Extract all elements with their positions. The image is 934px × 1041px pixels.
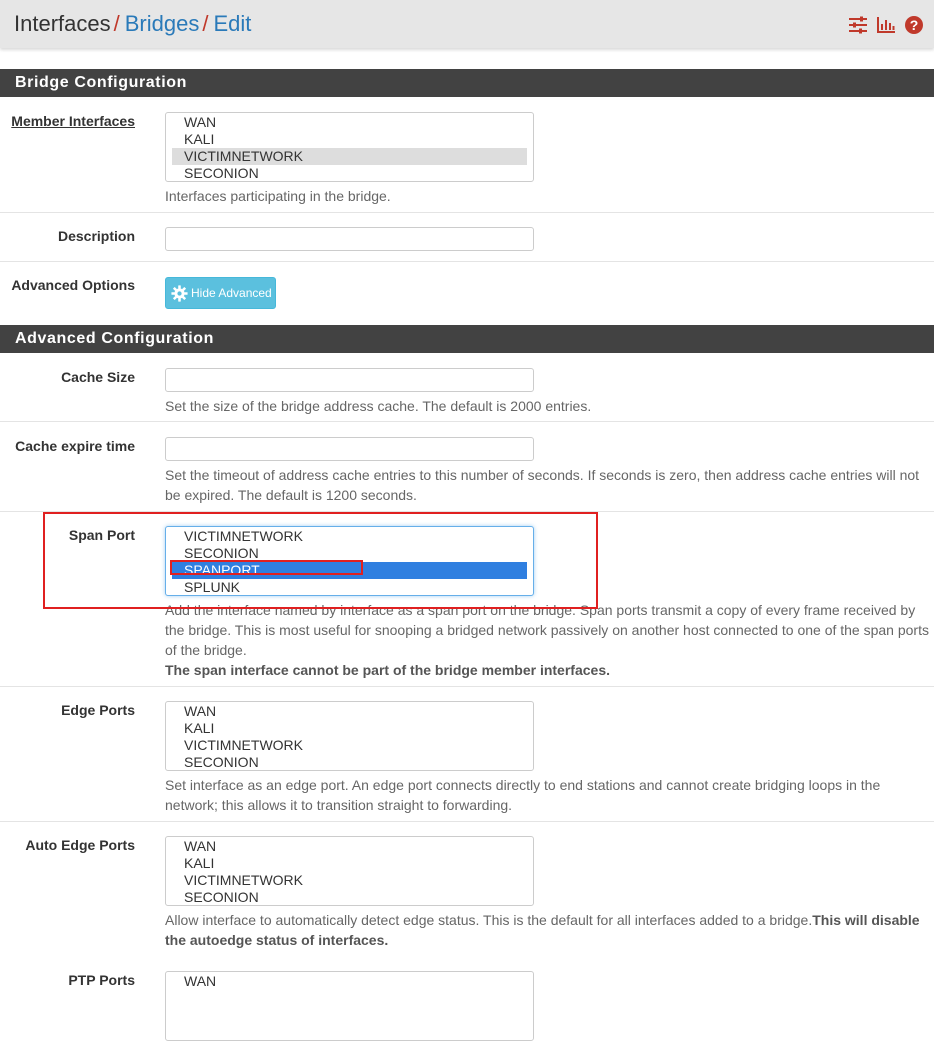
help-warning: the autoedge status of interfaces. [165,932,389,948]
edge-ports-help: Set interface as an edge port. An edge p… [165,775,934,815]
list-option[interactable]: WAN [172,838,527,855]
breadcrumb-interfaces[interactable]: Interfaces [14,11,111,36]
help-line: Allow interface to automatically detect … [165,912,813,928]
breadcrumb-edit[interactable]: Edit [213,11,251,36]
help-line: Set interface as an edge port. An edge p… [165,777,881,793]
breadcrumb-separator: / [113,11,120,36]
cache-size-row: Cache Size Set the size of the bridge ad… [0,353,934,422]
cache-size-input[interactable] [165,368,534,392]
hide-advanced-label: Hide Advanced [191,286,272,300]
list-option[interactable]: WAN [172,703,527,720]
annotation-highlight-selection [170,560,363,575]
auto-edge-ports-help: Allow interface to automatically detect … [165,910,934,950]
help-warning: This will disable [812,912,920,928]
member-interfaces-select[interactable]: WAN KALI VICTIMNETWORK SECONION [165,112,534,182]
help-warning: The span interface cannot be part of the… [165,662,610,678]
page-header: Interfaces / Bridges / Edit ? [0,0,934,48]
edge-ports-select[interactable]: WAN KALI VICTIMNETWORK SECONION [165,701,534,771]
gear-icon [171,284,188,302]
sliders-icon[interactable] [848,15,868,35]
list-option-selected[interactable]: VICTIMNETWORK [172,148,527,165]
list-option[interactable]: SECONION [172,754,527,770]
ptp-ports-label: PTP Ports [68,972,135,988]
cache-expire-input[interactable] [165,437,534,461]
help-line: be expired. The default is 1200 seconds. [165,487,417,503]
list-option[interactable]: SECONION [172,889,527,905]
auto-edge-ports-select[interactable]: WAN KALI VICTIMNETWORK SECONION [165,836,534,906]
advanced-options-row: Advanced Options Hide Advanced [0,262,934,325]
list-option[interactable]: WAN [172,973,527,990]
member-interfaces-row: Member Interfaces WAN KALI VICTIMNETWORK… [0,97,934,213]
help-icon[interactable]: ? [904,15,924,35]
breadcrumb-bridges[interactable]: Bridges [125,11,200,36]
list-option[interactable]: WAN [172,114,527,131]
list-option[interactable]: VICTIMNETWORK [172,737,527,754]
breadcrumb: Interfaces / Bridges / Edit [14,10,251,38]
bridge-config-heading: Bridge Configuration [0,69,934,97]
help-line: network; this allows it to transition st… [165,797,513,813]
auto-edge-ports-row: Auto Edge Ports WAN KALI VICTIMNETWORK S… [0,822,934,957]
cache-expire-label: Cache expire time [15,438,135,454]
breadcrumb-separator: / [202,11,209,36]
help-line: Set the timeout of address cache entries… [165,467,920,483]
member-interfaces-label: Member Interfaces [11,113,135,129]
cache-size-label: Cache Size [61,369,135,385]
span-port-help: Add the interface named by interface as … [165,600,934,680]
edge-ports-label: Edge Ports [61,702,135,718]
advanced-options-label: Advanced Options [11,277,135,293]
list-option[interactable]: KALI [172,131,527,148]
list-option[interactable]: SECONION [172,165,527,181]
cache-expire-help: Set the timeout of address cache entries… [165,465,934,505]
hide-advanced-button[interactable]: Hide Advanced [165,277,276,309]
description-input[interactable] [165,227,534,251]
ptp-ports-row: PTP Ports WAN [0,957,934,1041]
ptp-ports-select[interactable]: WAN [165,971,534,1041]
bar-chart-icon[interactable] [876,15,896,35]
description-label: Description [57,228,135,244]
help-line: of the bridge. [165,642,247,658]
description-row: Description [0,213,934,262]
cache-expire-row: Cache expire time Set the timeout of add… [0,422,934,512]
advanced-config-heading: Advanced Configuration [0,325,934,353]
cache-size-help: Set the size of the bridge address cache… [165,398,592,414]
list-option[interactable]: KALI [172,855,527,872]
edge-ports-row: Edge Ports WAN KALI VICTIMNETWORK SECONI… [0,687,934,822]
auto-edge-ports-label: Auto Edge Ports [25,837,135,853]
list-option[interactable]: VICTIMNETWORK [172,872,527,889]
svg-text:?: ? [910,17,919,33]
list-option[interactable]: KALI [172,720,527,737]
help-line: the bridge. This is most useful for snoo… [165,622,929,638]
member-interfaces-help: Interfaces participating in the bridge. [165,188,391,204]
